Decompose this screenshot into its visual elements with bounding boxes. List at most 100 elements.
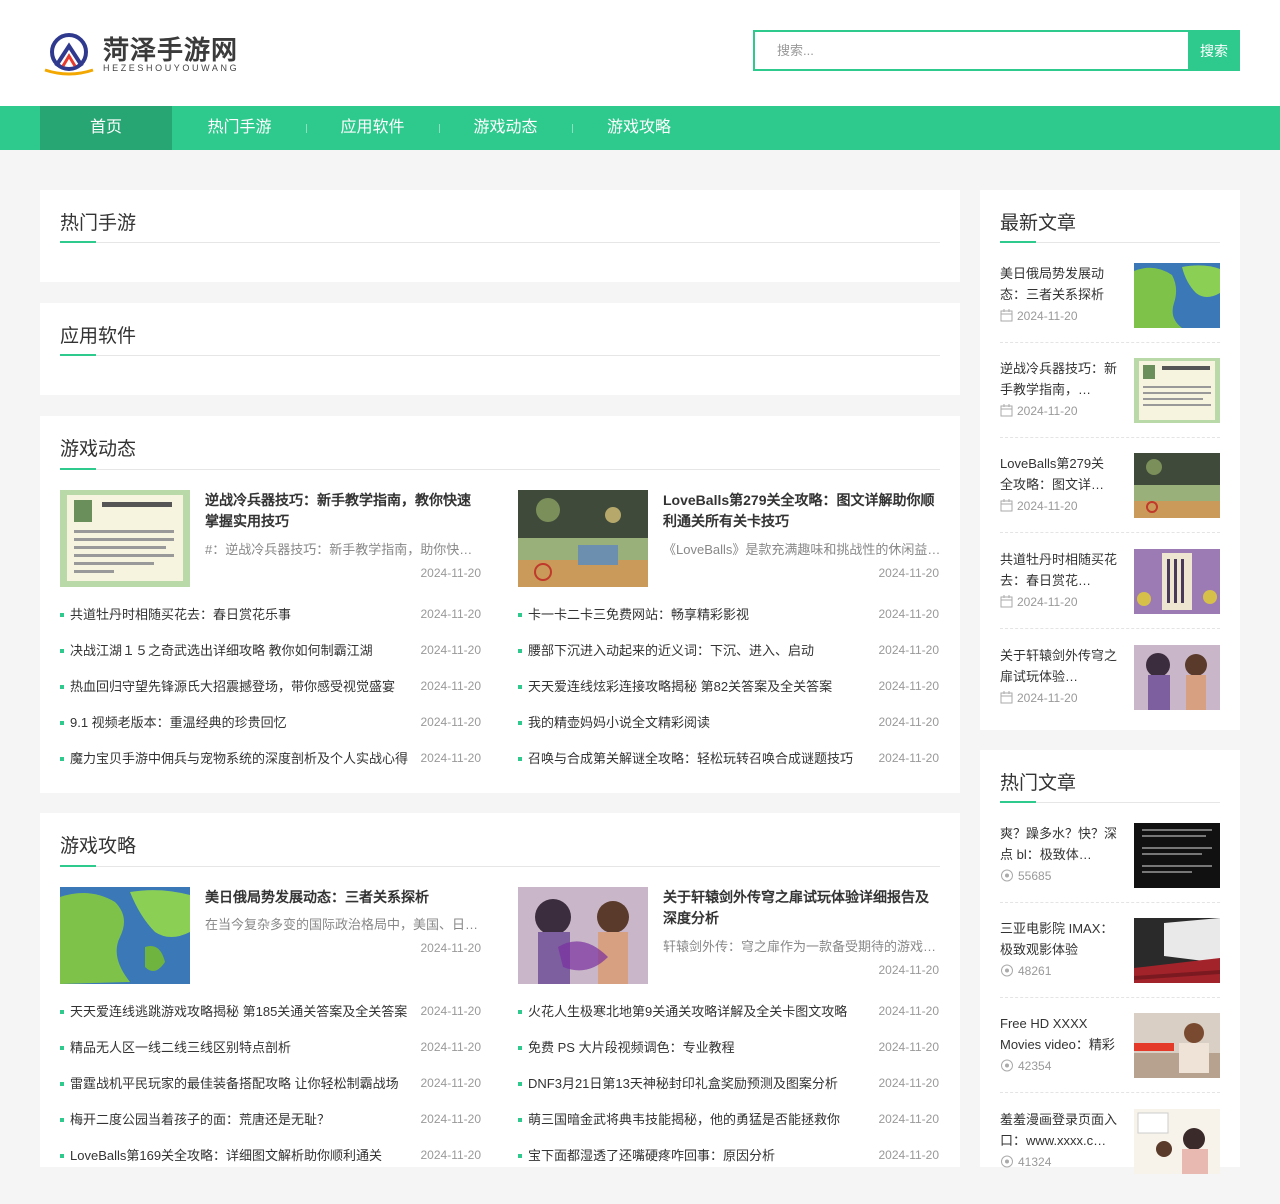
list-item-title: 共道牡丹时相随买花去：春日赏花乐事 [70, 607, 292, 622]
list-item-title: 9.1 视频老版本：重温经典的珍贵回忆 [70, 715, 287, 730]
article-date: 2024-11-20 [878, 566, 940, 580]
list-item[interactable]: LoveBalls第169关全攻略：详细图文解析助你顺利通关 2024-11-20 [60, 1145, 481, 1181]
list-item-title: DNF3月21日第13天神秘封印礼盒奖励预测及图案分析 [528, 1076, 838, 1091]
eye-icon [1001, 1155, 1013, 1168]
list-item[interactable]: 腰部下沉进入动起来的近义词：下沉、进入、启动 2024-11-20 [518, 640, 939, 676]
list-item-date: 2024-11-20 [878, 1004, 940, 1018]
bullet [60, 1082, 64, 1086]
list-item[interactable]: DNF3月21日第13天神秘封印礼盒奖励预测及图案分析 2024-11-20 [518, 1073, 939, 1109]
game-news-panel: 游戏动态 逆战冷兵器技巧：新手教学指南，教你快速掌握实用技巧 #：逆战冷兵器技巧… [40, 416, 960, 793]
divider [60, 866, 940, 867]
sidebar-article-thumbnail [1134, 1013, 1220, 1078]
featured-article[interactable]: 逆战冷兵器技巧：新手教学指南，教你快速掌握实用技巧 #：逆战冷兵器技巧：新手教学… [60, 490, 483, 588]
bullet [518, 1082, 522, 1086]
bullet [60, 1046, 64, 1050]
sidebar-article-views: 55685 [1018, 869, 1052, 883]
list-item[interactable]: 梅开二度公园当着孩子的面：荒唐还是无耻？ 2024-11-20 [60, 1109, 481, 1145]
sidebar-article[interactable]: 羞羞漫画登录页面入口：www.xxxx.c… 41324 [1000, 1109, 1220, 1204]
sidebar-article-thumbnail [1134, 263, 1220, 328]
list-item-date: 2024-11-20 [878, 715, 940, 729]
list-item[interactable]: 雷霆战机平民玩家的最佳装备搭配攻略 让你轻松制霸战场 2024-11-20 [60, 1073, 481, 1109]
title-underline [60, 354, 96, 356]
featured-article[interactable]: 美日俄局势发展动态：三者关系探析 在当今复杂多变的国际政治格局中，美国、日本和俄… [60, 887, 483, 985]
list-item[interactable]: 天天爱连线逃跳游戏攻略揭秘 第185关通关答案及全关答案 2024-11-20 [60, 1001, 481, 1037]
sidebar-article-title: 羞羞漫画登录页面入口：www.xxxx.c… [1000, 1112, 1117, 1148]
logo-mark-icon [44, 33, 94, 76]
sidebar-article-date: 2024-11-20 [1017, 404, 1078, 418]
article-list: 卡一卡二卡三免费网站：畅享精彩影视 2024-11-20 腰部下沉进入动起来的近义… [518, 604, 939, 784]
article-excerpt: 轩辕剑外传：穹之扉作为一款备受期待的游戏作品 [663, 939, 941, 954]
list-item-date: 2024-11-20 [420, 1076, 482, 1090]
list-item-title: 魔力宝贝手游中佣兵与宠物系统的深度剖析及个人实战心得 [70, 751, 408, 766]
hot-games-panel: 热门手游 [40, 190, 960, 282]
article-title: 关于轩辕剑外传穹之扉试玩体验详细报告及深度分析 [663, 889, 929, 926]
list-item-title: 召唤与合成第关解谜全攻略：轻松玩转召唤合成谜题技巧 [528, 751, 854, 766]
eye-icon [1001, 964, 1013, 977]
search-form: 搜索 [753, 30, 1240, 71]
list-item[interactable]: 萌三国暗金武将典韦技能揭秘，他的勇猛是否能拯救你 2024-11-20 [518, 1109, 939, 1145]
bullet [60, 1118, 64, 1122]
sidebar-article[interactable]: 三亚电影院 IMAX：极致观影体验 48261 [1000, 918, 1220, 1013]
bullet [518, 1010, 522, 1014]
sidebar-article-meta: 42354 [1000, 1059, 1051, 1073]
list-item[interactable]: 热血回归守望先锋源氏大招震撼登场，带你感受视觉盛宴 2024-11-20 [60, 676, 481, 712]
list-item[interactable]: 魔力宝贝手游中佣兵与宠物系统的深度剖析及个人实战心得 2024-11-20 [60, 748, 481, 784]
article-excerpt: 在当今复杂多变的国际政治格局中，美国、日本和俄罗斯 [205, 917, 483, 932]
section-title: 游戏动态 [60, 439, 137, 460]
search-button[interactable]: 搜索 [1188, 30, 1240, 71]
list-item[interactable]: 免费 PS 大片段视频调色：专业教程 2024-11-20 [518, 1037, 939, 1073]
list-item[interactable]: 我的精壶妈妈小说全文精彩阅读 2024-11-20 [518, 712, 939, 748]
sidebar-article-meta: 2024-11-20 [1000, 309, 1078, 323]
search-input[interactable] [753, 30, 1188, 71]
divider [1000, 532, 1220, 533]
nav-game-guides[interactable]: 游戏攻略 [572, 106, 706, 150]
sidebar-article[interactable]: Free HD XXXX Movies video：精彩电… 42354 [1000, 1013, 1220, 1108]
sidebar-article[interactable]: 爽？躁多水？快？深点 bl：极致体… 55685 [1000, 823, 1220, 918]
eye-icon [1001, 869, 1013, 882]
list-item[interactable]: 精品无人区一线二线三线区别特点剖析 2024-11-20 [60, 1037, 481, 1073]
sidebar-article-meta: 55685 [1000, 869, 1051, 883]
list-item[interactable]: 共道牡丹时相随买花去：春日赏花乐事 2024-11-20 [60, 604, 481, 640]
list-item-date: 2024-11-20 [878, 1112, 940, 1126]
bullet [518, 1154, 522, 1158]
bullet [518, 685, 522, 689]
article-list: 共道牡丹时相随买花去：春日赏花乐事 2024-11-20 决战江湖１５之奇武选出详… [60, 604, 481, 784]
sidebar-article-date: 2024-11-20 [1017, 499, 1078, 513]
divider [60, 355, 940, 356]
nav-home[interactable]: 首页 [40, 106, 172, 150]
list-item[interactable]: 卡一卡二卡三免费网站：畅享精彩影视 2024-11-20 [518, 604, 939, 640]
list-item[interactable]: 火花人生极寒北地第9关通关攻略详解及全关卡图文攻略 2024-11-20 [518, 1001, 939, 1037]
sidebar-article-title: 美日俄局势发展动态：三者关系探析 [1000, 266, 1105, 302]
nav-game-news[interactable]: 游戏动态 [439, 106, 572, 150]
divider [1000, 997, 1220, 998]
sidebar-article[interactable]: 共道牡丹时相随买花去：春日赏花… 2024-11-20 [1000, 549, 1220, 644]
sidebar-article-thumbnail [1134, 549, 1220, 614]
sidebar-article[interactable]: 逆战冷兵器技巧：新手教学指南，… 2024-11-20 [1000, 358, 1220, 453]
featured-article[interactable]: 关于轩辕剑外传穹之扉试玩体验详细报告及深度分析 轩辕剑外传：穹之扉作为一款备受期… [518, 887, 941, 985]
nav-apps[interactable]: 应用软件 [306, 106, 439, 150]
list-item[interactable]: 召唤与合成第关解谜全攻略：轻松玩转召唤合成谜题技巧 2024-11-20 [518, 748, 939, 784]
sidebar-article-title: 三亚电影院 IMAX：极致观影体验 [1000, 921, 1114, 957]
list-item-title: 天天爱连线逃跳游戏攻略揭秘 第185关通关答案及全关答案 [70, 1004, 408, 1019]
list-item[interactable]: 9.1 视频老版本：重温经典的珍贵回忆 2024-11-20 [60, 712, 481, 748]
site-logo[interactable]: 菏泽手游网 HEZESHOUYOUWANG [42, 30, 242, 76]
sidebar-article-title: 爽？躁多水？快？深点 bl：极致体… [1000, 826, 1117, 862]
list-item[interactable]: 决战江湖１５之奇武选出详细攻略 教你如何制霸江湖 2024-11-20 [60, 640, 481, 676]
sidebar-article[interactable]: 关于轩辕剑外传穹之扉试玩体验… 2024-11-20 [1000, 645, 1220, 740]
list-item-date: 2024-11-20 [878, 1076, 940, 1090]
game-guides-panel: 游戏攻略 美日俄局势发展动态：三者关系探析 在当今复杂多变的国际政治格局中，美国… [40, 813, 960, 1167]
sidebar-article[interactable]: LoveBalls第279关全攻略：图文详… 2024-11-20 [1000, 453, 1220, 548]
list-item[interactable]: 宝下面都湿透了还嘴硬疼咋回事：原因分析 2024-11-20 [518, 1145, 939, 1181]
featured-article[interactable]: LoveBalls第279关全攻略：图文详解助你顺利通关所有关卡技巧 《Love… [518, 490, 941, 588]
nav-hot-games[interactable]: 热门手游 [173, 106, 306, 150]
bullet [518, 1118, 522, 1122]
article-thumbnail [60, 887, 190, 984]
list-item-title: 梅开二度公园当着孩子的面：荒唐还是无耻？ [70, 1112, 331, 1127]
calendar-icon [1000, 595, 1013, 608]
list-item-date: 2024-11-20 [420, 1040, 482, 1054]
list-item-date: 2024-11-20 [420, 715, 482, 729]
sidebar-article[interactable]: 美日俄局势发展动态：三者关系探析 2024-11-20 [1000, 263, 1220, 358]
hot-articles-panel: 热门文章 爽？躁多水？快？深点 bl：极致体… 55685 三亚电影院 IMAX… [980, 750, 1240, 1174]
list-item[interactable]: 天天爱连线炫彩连接攻略揭秘 第82关答案及全关答案 2024-11-20 [518, 676, 939, 712]
list-item-date: 2024-11-20 [878, 679, 940, 693]
